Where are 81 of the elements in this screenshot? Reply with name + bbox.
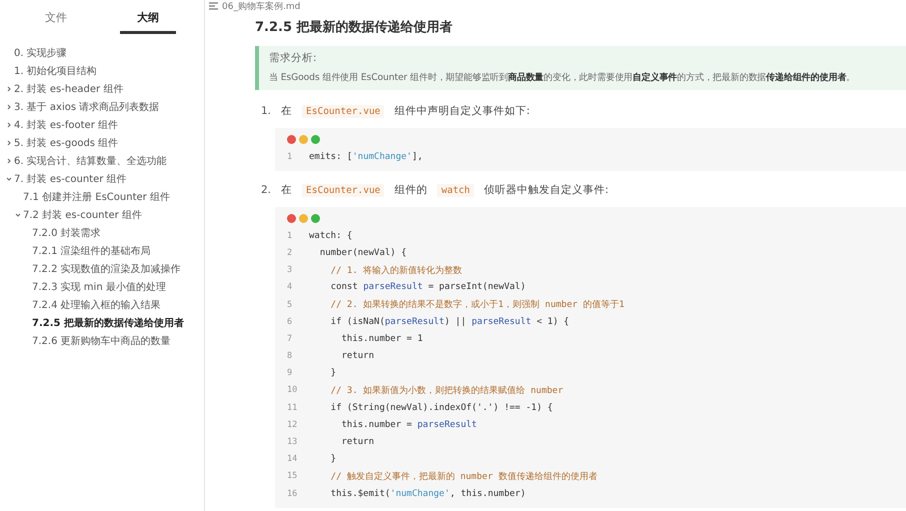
step-text: 在 [281,183,292,198]
line-number: 16 [287,488,298,499]
window-dot-icon [287,214,296,224]
code-line: watch: { [309,230,352,241]
line-number: 1 [287,230,294,241]
code-line: return [340,437,374,448]
code-line: // 2. 如果转换的结果不是数字，或小于1，则强制 number 的值等于1 [330,298,624,312]
code-line: this.number = parseResult [340,420,477,430]
step-text: 侦听器中触发自定义事件: [484,183,609,198]
step-text: 在 [281,104,292,118]
code-line: // 触发自定义事件，把最新的 number 数值传递给组件的使用者 [330,470,598,483]
line-number: 6 [287,316,294,327]
outline-item[interactable]: 5. 封装 es-goods 组件 [14,136,118,150]
code-line: if (isNaN(parseResult) || parseResult < 1) { [330,316,570,327]
outline-item[interactable]: 7.2.0 封装需求 [32,226,101,240]
step-number: 2. [261,184,272,196]
outline-item[interactable]: 7.1 创建并注册 EsCounter 组件 [23,190,170,204]
code-line: number(newVal) { [318,248,407,258]
outline-item[interactable]: 7.2 封装 es-counter 组件 [23,208,142,222]
window-dot-icon [299,135,308,144]
line-number: 9 [287,368,294,378]
line-number: 3 [287,265,294,276]
chevron-down-icon[interactable] [6,176,12,182]
outline-item[interactable]: 6. 实现合计、结算数量、全选功能 [14,154,167,168]
line-number: 2 [287,248,294,258]
line-number: 8 [287,351,294,362]
callout-title: 需求分析: [269,51,318,65]
inline-code: EsCounter.vue [302,184,384,197]
line-number: 10 [287,385,298,396]
chevron-right-icon[interactable] [6,158,12,164]
sidebar-tab[interactable]: 大纲 [120,8,176,34]
outline-item[interactable]: 7.2.4 处理输入框的输入结果 [32,298,161,312]
code-line: // 1. 将输入的新值转化为整数 [330,264,462,277]
outline-item[interactable]: 7. 封装 es-counter 组件 [14,172,127,186]
outline-item[interactable]: 7.2.2 实现数值的渲染及加减操作 [32,262,181,276]
window-dot-icon [311,214,320,224]
chevron-down-icon[interactable] [15,212,21,218]
step-text: 组件的 [394,183,428,198]
window-dot-icon [311,135,320,144]
window-dot-icon [287,135,296,144]
chevron-right-icon[interactable] [6,122,12,128]
inline-code: EsCounter.vue [302,104,384,118]
code-line: } [330,368,336,378]
outline-item[interactable]: 3. 基于 axios 请求商品列表数据 [14,100,160,114]
code-line: emits: ['numChange'], [309,152,423,162]
outline-item[interactable]: 7.2.5 把最新的数据传递给使用者 [32,316,184,330]
line-number: 12 [287,420,298,430]
outline-item[interactable]: 1. 初始化项目结构 [14,64,97,78]
chevron-right-icon[interactable] [6,86,12,92]
line-number: 15 [287,471,298,482]
window-dot-icon [299,214,308,224]
sidebar-tab[interactable]: 文件 [28,8,84,34]
section-heading: 7.2.5 把最新的数据传递给使用者 [255,18,454,36]
outline-item[interactable]: 7.2.3 实现 min 最小值的处理 [32,280,166,294]
callout-text: 当 EsGoods 组件使用 EsCounter 组件时，期望能够监听到商品数量的变化，此时需要使用自定义事件的方式，把最新的数据传递给组件的使用者。 [269,71,856,84]
code-line: const parseResult = parseInt(newVal) [330,282,526,292]
code-line: this.$emit('numChange', this.number) [330,488,526,499]
line-number: 1 [287,152,294,162]
code-line: this.number = 1 [340,334,423,344]
step-text: 组件中声明自定义事件如下: [394,104,530,118]
step-number: 1. [261,105,272,117]
outline-item[interactable]: 7.2.1 渲染组件的基础布局 [32,244,151,258]
chevron-right-icon[interactable] [6,104,12,110]
code-line: if (String(newVal).indexOf('.') !== -1) { [330,402,553,413]
line-number: 4 [287,282,294,292]
code-line: } [330,454,336,464]
line-number: 11 [287,402,298,413]
outline-item[interactable]: 2. 封装 es-header 组件 [14,82,124,96]
outline-item[interactable]: 4. 封装 es-footer 组件 [14,118,118,132]
outline-item[interactable]: 0. 实现步骤 [14,46,67,60]
inline-code: watch [437,184,474,197]
line-number: 14 [287,454,298,464]
code-line: // 3. 如果新值为小数，则把转换的结果赋值给 number [330,384,564,397]
menu-icon[interactable] [209,2,218,10]
line-number: 13 [287,437,298,448]
line-number: 5 [287,300,294,310]
outline-item[interactable]: 7.2.6 更新购物车中商品的数量 [32,334,171,348]
file-name: 06_购物车案例.md [222,0,300,12]
line-number: 7 [287,334,294,344]
code-line: return [340,351,374,362]
chevron-right-icon[interactable] [6,140,12,146]
